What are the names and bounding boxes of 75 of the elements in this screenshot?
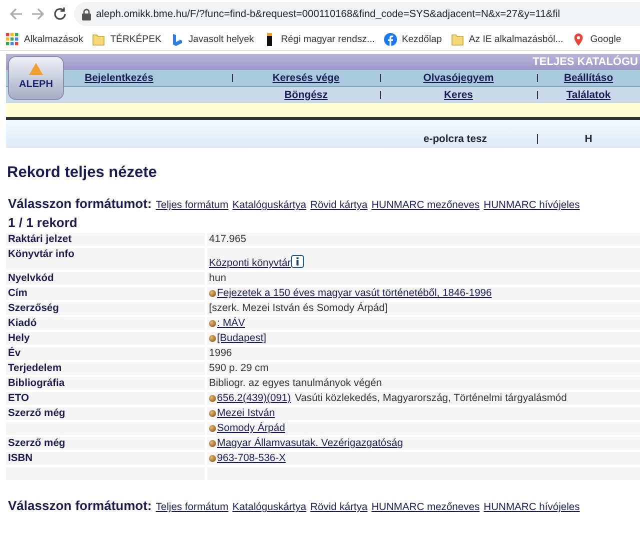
field-link[interactable]: [Budapest] [217, 332, 266, 345]
field-link[interactable]: 963-708-536-X [217, 452, 286, 465]
field-label: Szerző még [6, 437, 205, 450]
record-count: 1 / 1 rekord [8, 215, 78, 230]
aleph-logo[interactable]: ALEPH [8, 56, 64, 100]
field-link[interactable]: : MÁV [217, 317, 246, 330]
field-label: ETO [6, 392, 205, 405]
nav-link[interactable]: Olvasójegyem [423, 72, 494, 84]
nav-link[interactable]: Keresés vége [272, 72, 340, 84]
bookmark-link[interactable]: TÉRKÉPEK [110, 34, 162, 44]
format-label: Válasszon formátumot: [8, 498, 152, 513]
format-link[interactable]: Teljes formátum [156, 200, 228, 211]
format-link[interactable]: Rövid kártya [310, 200, 368, 211]
bookmark-link[interactable]: Kezdőlap [402, 34, 442, 44]
action-link[interactable]: e-polcra tesz [423, 134, 487, 144]
field-label: Könyvtár info [6, 248, 205, 270]
folder-icon[interactable] [450, 32, 464, 46]
field-value: 417.965 [209, 233, 246, 246]
field-label: Szerző még [6, 407, 205, 420]
format-link[interactable]: HUNMARC mezőneves [372, 200, 480, 211]
lock-icon [82, 8, 91, 20]
nav-link[interactable]: Találatok [566, 90, 611, 100]
page-title: Rekord teljes nézete [7, 164, 158, 182]
field-label: Nyelvkód [6, 272, 205, 285]
bookmark-link[interactable]: Az IE alkalmazásból... [468, 34, 564, 44]
field-value: Vasúti közlekedés, Magyarország, Történelmi tárgyalásmód [294, 392, 567, 405]
field-link[interactable]: Mezei István [217, 407, 275, 420]
forward-arrow-icon[interactable] [30, 6, 46, 22]
field-value: Bibliogr. az egyes tanulmányok végén [209, 377, 382, 390]
field-label: Bibliográfia [6, 377, 205, 390]
address-bar[interactable]: aleph.omikk.bme.hu/F/?func=find-b&request=000110168&find_code=SYS&adjacent=N&x=27&y=11&fil [74, 2, 640, 26]
field-label: Cím [6, 287, 205, 300]
nav-link[interactable]: Beállításo [564, 72, 614, 84]
field-value: hun [209, 272, 226, 285]
field-link[interactable]: Központi könyvtár [209, 257, 291, 270]
folder-icon[interactable] [92, 32, 106, 46]
bookmark-link[interactable]: Alkalmazások [24, 34, 84, 44]
bookmark-link[interactable]: Régi magyar rendsz... [280, 34, 375, 44]
field-value: [szerk. Mezei István és Somody Árpád] [209, 302, 388, 315]
field-link[interactable]: Fejezetek a 150 éves magyar vasút történetéből, 1846-1996 [217, 287, 492, 300]
field-value: 1996 [209, 347, 232, 360]
bookmark-link[interactable]: Javasolt helyek [188, 34, 254, 44]
action-link[interactable]: H [584, 134, 592, 144]
format-link[interactable]: HUNMARC hívójeles [484, 502, 580, 513]
field-link[interactable]: Somody Árpád [217, 422, 286, 435]
facebook-icon[interactable] [384, 32, 397, 46]
field-link[interactable]: 656.2(439)(091) [217, 392, 291, 405]
format-link[interactable]: Rövid kártya [310, 502, 368, 513]
field-label: Hely [6, 332, 205, 345]
field-value: 590 p. 29 cm [209, 362, 269, 375]
back-arrow-icon[interactable] [8, 6, 24, 22]
field-label: Év [6, 347, 205, 360]
b-logo-icon[interactable] [170, 32, 184, 46]
catalog-banner: TELJES KATALÓGU [6, 54, 640, 70]
format-link[interactable]: HUNMARC hívójeles [484, 200, 580, 211]
field-label: Terjedelem [6, 362, 205, 375]
field-label: Szerzőség [6, 302, 205, 315]
format-link[interactable]: Katalóguskártya [232, 200, 306, 211]
nav-link[interactable]: Böngész [284, 90, 328, 100]
map-pin-icon[interactable] [572, 32, 586, 46]
field-link[interactable]: Magyar Államvasutak. Vezérigazgatóság [217, 437, 404, 450]
format-link[interactable]: HUNMARC mezőneves [372, 502, 480, 513]
field-label: Kiadó [6, 317, 205, 330]
nav-link[interactable]: Keres [444, 90, 473, 100]
url-text[interactable]: aleph.omikk.bme.hu/F/?func=find-b&request=000110168&find_code=SYS&adjacent=N&x=27&y=11&fil [96, 8, 560, 20]
format-link[interactable]: Teljes formátum [156, 502, 228, 513]
nav-link[interactable]: Bejelentkezés [84, 72, 154, 84]
apps-grid-icon[interactable] [6, 32, 19, 46]
field-label: Raktári jelzet [6, 233, 205, 246]
reload-icon[interactable] [52, 6, 68, 22]
format-label: Válasszon formátumot: [8, 196, 152, 211]
bookmark-link[interactable]: Google [590, 34, 622, 44]
field-label: ISBN [6, 452, 205, 465]
info-icon[interactable] [290, 255, 304, 268]
format-link[interactable]: Katalóguskártya [232, 502, 306, 513]
